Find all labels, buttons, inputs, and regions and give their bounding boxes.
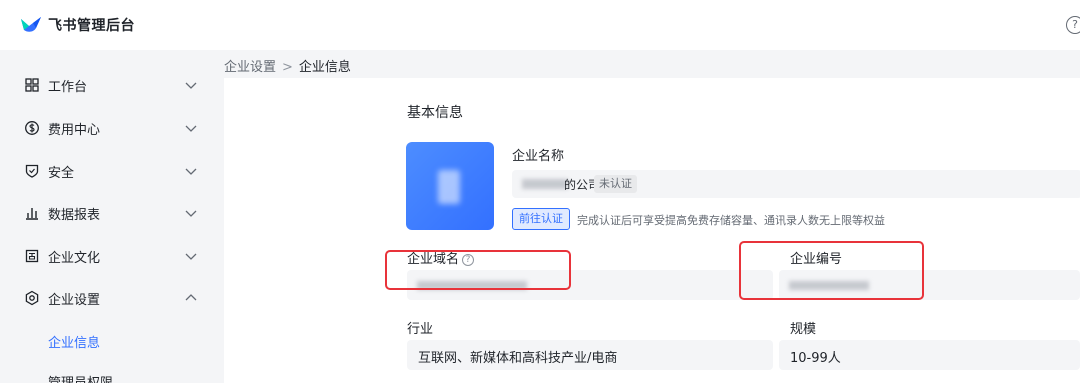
verify-tip: 完成认证后可享受提高免费存储容量、通讯录人数无上限等权益 [577,214,885,227]
sidebar-subitem-company-info[interactable]: 企业信息 [48,332,100,351]
verify-button[interactable]: 前往认证 [512,208,570,230]
bar-chart-icon [26,208,38,220]
sidebar-subitem-admin-permissions[interactable]: 管理员权限 [48,372,113,383]
breadcrumb-current: 企业信息 [298,60,351,75]
scale-label: 规模 [790,322,817,337]
culture-icon [25,249,39,263]
highlight-domain [385,250,571,290]
highlight-company-number [739,241,924,300]
grid-icon [25,78,39,92]
company-info-card: 基本信息 企业名称 的公司 未认证 前往认证 完成认证后可享受提高免费存储容量、… [224,78,1080,383]
company-name-field: 的公司 未认证 [512,170,1080,198]
sidebar-item-label: 安全 [48,166,75,181]
sidebar-item-label: 费用中心 [48,123,101,138]
scale-field: 10-99人 [779,340,1080,370]
chevron-down-icon [185,253,197,260]
sidebar-item-label: 数据报表 [48,208,101,223]
app-title: 飞书管理后台 [48,18,135,34]
sidebar-item-billing[interactable]: 费用中心 [0,107,218,149]
shield-icon [25,164,39,178]
scale-value: 10-99人 [790,351,841,366]
company-logo[interactable] [406,142,494,230]
chevron-down-icon [185,125,197,132]
blurred-company-name [522,179,568,189]
chevron-down-icon [185,210,197,217]
sidebar-item-security[interactable]: 安全 [0,150,218,192]
breadcrumb-separator: > [282,60,293,75]
top-bar: 飞书管理后台 ? [0,0,1080,50]
industry-value: 互联网、新媒体和高科技产业/电商 [418,351,618,366]
company-name-label: 企业名称 [512,149,565,164]
chevron-down-icon [185,168,197,175]
sidebar: 工作台 费用中心 安全 数据报表 企业文化 企业设置 企业信息 [0,50,218,383]
help-icon[interactable]: ? [1066,16,1080,34]
breadcrumb-parent[interactable]: 企业设置 [224,60,276,75]
sidebar-item-reports[interactable]: 数据报表 [0,192,218,234]
section-title: 基本信息 [407,105,463,121]
sidebar-item-settings[interactable]: 企业设置 [0,277,218,319]
industry-field: 互联网、新媒体和高科技产业/电商 [407,340,773,370]
sidebar-item-label: 企业文化 [48,251,101,266]
coin-icon [25,121,39,135]
sidebar-item-workbench[interactable]: 工作台 [0,64,218,106]
settings-icon [25,290,39,306]
status-badge: 未认证 [594,175,637,193]
chevron-up-icon [185,294,197,301]
chevron-down-icon [185,82,197,89]
sidebar-item-culture[interactable]: 企业文化 [0,235,218,277]
sidebar-item-label: 工作台 [48,80,88,95]
breadcrumb: 企业设置 > 企业信息 [224,56,351,75]
blurred-logo-content [438,170,460,204]
industry-label: 行业 [407,322,434,337]
feishu-logo-icon [21,17,41,32]
sidebar-item-label: 企业设置 [48,293,101,308]
